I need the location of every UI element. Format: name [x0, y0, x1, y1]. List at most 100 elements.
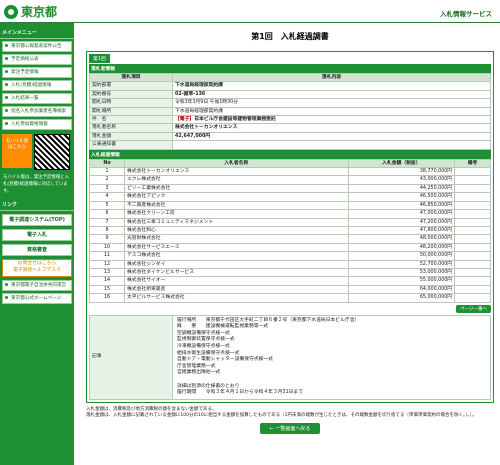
bid-amount: 64,000,000円: [347, 284, 456, 295]
link-joint-operation[interactable]: 東京都電子自治体共同運営: [2, 280, 72, 291]
sidebar-item-planned-price[interactable]: 予定価格公表: [2, 54, 72, 65]
table-row: 公表通知書: [89, 140, 491, 150]
sidebar-item-qualification[interactable]: 入札参加資格情報: [2, 119, 72, 130]
bid-name: 株式会社新東美装: [124, 284, 349, 295]
helpdesk-line1: お問合せはこちら: [17, 261, 57, 266]
bid-note: [454, 259, 491, 269]
sidebar-item-contractor-search[interactable]: 指名入札参加業者名簿検索: [2, 106, 72, 117]
bid-amount: 50,000,000円: [347, 251, 456, 261]
table-row: 10 株式会社サービスエース 48,200,000円: [89, 242, 491, 253]
table-row: 2 エクレ株式会社 43,000,000円: [89, 175, 491, 185]
bid-name: 株式会社クリーン工房: [124, 209, 349, 219]
table-row: 8 株式会社和心 47,800,000円: [89, 225, 491, 236]
table-row: 15 株式会社新東美装 64,000,000円: [89, 284, 491, 295]
mobile-sub: はこちら: [8, 145, 26, 150]
bid-amount: 47,000,000円: [347, 209, 456, 219]
bid-no: 4: [89, 192, 125, 202]
col-header-item: 落札項目: [89, 72, 173, 83]
table-row: 落札金額 42,647,000円: [89, 131, 491, 142]
summary-heading: 落札者情報: [89, 64, 491, 73]
sidebar-menu-heading: メインメニュー: [0, 27, 74, 39]
bid-amount: 46,500,000円: [347, 192, 456, 202]
table-row: 契約部署 下水道局経理部契約課: [89, 81, 491, 91]
sidebar-item-bid-progress[interactable]: 入札(見積)経過情報: [2, 80, 72, 91]
row-label: 落札金額: [89, 131, 173, 142]
bid-note: [454, 234, 491, 244]
row-value: 日本ビル庁舎建設等建物管理業務委託: [194, 117, 276, 123]
page-top-button[interactable]: ページ一番へ: [456, 304, 491, 313]
service-title: 入札情報サービス: [440, 10, 492, 18]
table-row: 9 光管財株式会社 48,000,000円: [89, 234, 491, 244]
mobile-section: モバイル版 はこちら: [2, 134, 72, 170]
tab-round-1[interactable]: 第1回: [89, 54, 110, 63]
e-bidding-button[interactable]: 電子入札: [2, 229, 72, 241]
result-card: 第1回 落札者情報 落札項目 落札内容 契約部署 下水道局経理部契約課 契約番号 0…: [86, 51, 494, 403]
col-header-note: 備考: [454, 158, 491, 169]
bid-no: 5: [89, 200, 125, 211]
back-to-list-button[interactable]: ← 一覧画面へ戻る: [260, 422, 320, 434]
bid-note: [454, 293, 491, 303]
col-header-no: No: [89, 158, 125, 169]
bid-note: [454, 225, 491, 236]
bid-amount: 53,000,000円: [347, 267, 456, 278]
bid-no: 16: [89, 293, 125, 303]
bid-amount: 55,000,000円: [347, 276, 456, 286]
row-label: 公表通知書: [89, 140, 173, 150]
bid-no: 11: [89, 251, 125, 261]
helpdesk-banner[interactable]: お問合せはこちら 電子調達ヘルプデスク: [2, 259, 72, 277]
bid-name: 株式会社トーカンオリエンス: [124, 167, 349, 177]
bid-note: [454, 167, 491, 177]
table-row: 3 ビソー工業株式会社 44,250,000円: [89, 183, 491, 194]
row-value: 02-雑草-136: [172, 89, 491, 100]
mobile-version-button[interactable]: モバイル版 はこちら: [2, 134, 32, 168]
bid-name: 株式会社アピック: [124, 192, 349, 202]
bid-no: 15: [89, 284, 125, 295]
col-header-amount: 入札金額（税抜）: [347, 158, 456, 169]
bid-no: 13: [89, 267, 125, 278]
row-value: 令和3年3月9日 午後1時30分: [172, 98, 491, 108]
bid-amount: 47,200,000円: [347, 217, 456, 227]
sidebar-item-public-notice[interactable]: 東京都公報発表案件公告: [2, 41, 72, 52]
sidebar-links-heading: リンク: [0, 199, 74, 211]
table-row: 16 太平ビルサービス株式会社 65,000,000円: [89, 293, 491, 303]
table-row: 12 株式会社ジンダイ 52,700,000円: [89, 259, 491, 269]
row-label: 落札者名称: [89, 123, 173, 133]
bid-amount: 65,000,000円: [347, 293, 456, 303]
bid-no: 8: [89, 225, 125, 236]
main-content: 第1回 入札経過調書 第1回 落札者情報 落札項目 落札内容 契約部署 下水道局経…: [86, 23, 494, 434]
bids-heading: 入札経過情報: [89, 149, 491, 159]
bid-note: [454, 267, 491, 278]
bid-no: 12: [89, 259, 125, 269]
bid-note: [454, 200, 491, 211]
link-tokyo-official[interactable]: 東京都公式ホームページ: [2, 293, 72, 304]
bid-amount: 46,850,000円: [347, 200, 456, 211]
e-procurement-top-button[interactable]: 電子調達システム(TOP): [2, 214, 72, 226]
sidebar: メインメニュー 東京都公報発表案件公告 予定価格公表 発注予定情報 入札(見積)…: [0, 23, 74, 465]
qualification-review-button[interactable]: 資格審査: [2, 244, 72, 256]
qr-code-icon: [34, 134, 70, 170]
row-value: 株式会社トーカンオリエンス: [172, 123, 491, 133]
sidebar-item-bid-results[interactable]: 入札結果一覧: [2, 93, 72, 104]
bid-note: [454, 284, 491, 295]
tokyo-logo[interactable]: 東京都: [4, 3, 57, 20]
remarks-label: 記事: [89, 314, 173, 400]
sidebar-item-order-plan[interactable]: 発注予定情報: [2, 67, 72, 78]
bid-amount: 38,770,000円: [347, 167, 456, 177]
bid-name: 株式会社サービスエース: [124, 242, 349, 253]
table-row: 11 テスコ株式会社 50,000,000円: [89, 251, 491, 261]
bid-note: [454, 276, 491, 286]
bid-note: [454, 242, 491, 253]
bid-no: 10: [89, 242, 125, 253]
bid-no: 1: [89, 167, 125, 177]
row-label: 契約部署: [89, 81, 173, 91]
bid-amount: 52,700,000円: [347, 259, 456, 269]
bid-amount: 43,000,000円: [347, 175, 456, 185]
page-title: 第1回 入札経過調書: [251, 32, 329, 41]
row-value: 下水道局経理部契約課: [172, 106, 491, 117]
bids-table: No 入札者名称 入札金額（税抜） 備考 1 株式会社トーカンオリエンス 38,77…: [89, 158, 491, 303]
bid-name: 太平ビルサービス株式会社: [124, 293, 349, 303]
electronic-tag: 【電子】: [175, 117, 195, 123]
bid-name: エクレ株式会社: [124, 175, 349, 185]
row-label: 開札場所: [89, 106, 173, 117]
row-value: 下水道局経理部契約課: [172, 81, 491, 91]
